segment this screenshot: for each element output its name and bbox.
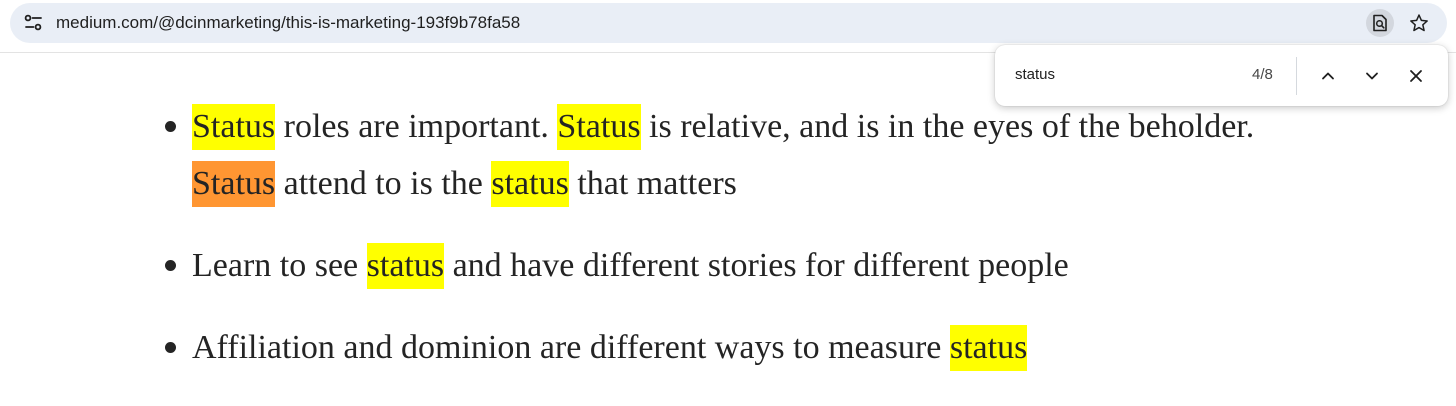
list-item-text: is relative, and is in the eyes of the b… — [640, 108, 1255, 145]
list-item-text: and have different stories for different… — [444, 247, 1069, 284]
search-match-highlight: Status — [192, 104, 276, 150]
search-match-highlight: status — [949, 325, 1028, 371]
chevron-up-icon[interactable] — [1313, 61, 1343, 91]
match-count: 4/8 — [1252, 66, 1273, 83]
list-item: Status roles are important. Status is re… — [165, 98, 1312, 212]
address-bar[interactable]: medium.com/@dcinmarketing/this-is-market… — [10, 3, 1447, 43]
list-item-text: attend to is the — [275, 165, 492, 202]
search-match-highlight: status — [366, 243, 445, 289]
active-search-match-highlight: Status — [192, 161, 276, 207]
find-input[interactable]: status — [1015, 65, 1055, 85]
list-item: Learn to see status and have different s… — [165, 237, 1312, 294]
find-in-page-icon[interactable] — [1366, 9, 1394, 37]
find-divider — [1296, 57, 1297, 95]
list-item-text: Learn to see — [192, 247, 367, 284]
search-match-highlight: status — [491, 161, 569, 207]
chevron-down-icon[interactable] — [1357, 61, 1387, 91]
list-item: Affiliation and dominion are different w… — [165, 319, 1312, 376]
tune-icon[interactable] — [22, 11, 46, 35]
find-bar: status 4/8 — [995, 45, 1448, 106]
close-icon[interactable] — [1401, 61, 1431, 91]
list-item-text: that matters — [568, 165, 737, 202]
list-item-text: Affiliation and dominion are different w… — [192, 329, 950, 366]
url-text[interactable]: medium.com/@dcinmarketing/this-is-market… — [56, 12, 520, 34]
bullet-list: Status roles are important. Status is re… — [165, 98, 1312, 401]
list-item-text: roles are important. — [275, 108, 558, 145]
star-icon[interactable] — [1405, 9, 1433, 37]
search-match-highlight: Status — [557, 104, 641, 150]
